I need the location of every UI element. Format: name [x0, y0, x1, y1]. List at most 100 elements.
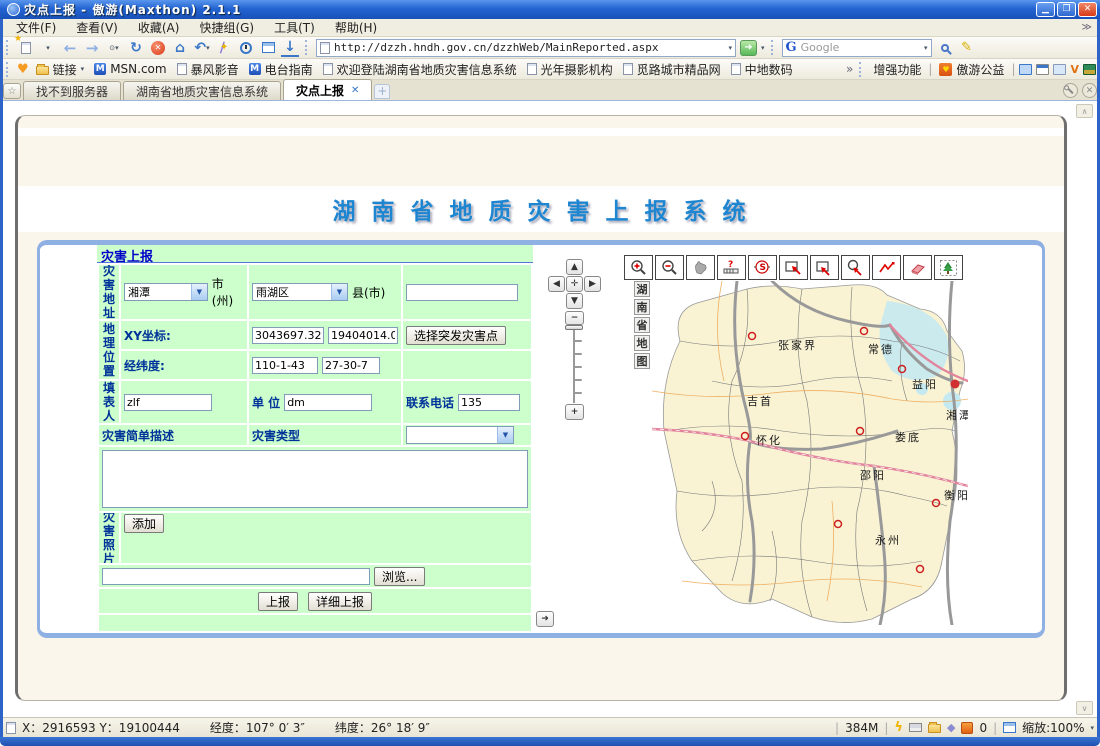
go-button[interactable]: ➜	[740, 40, 757, 56]
x-coordinate-input[interactable]	[252, 327, 324, 344]
menu-favorites[interactable]: 收藏(A)	[130, 19, 188, 36]
zoom-out-step-button[interactable]: −	[565, 311, 584, 325]
tab-list-button[interactable]: ☆	[3, 83, 21, 99]
address-url[interactable]: http://dzzh.hndh.gov.cn/dzzhWeb/MainRepo…	[334, 41, 724, 54]
pan-center-button[interactable]: ✛	[566, 276, 583, 292]
address-bar[interactable]: http://dzzh.hndh.gov.cn/dzzhWeb/MainRepo…	[316, 39, 736, 57]
forward-icon[interactable]: →	[83, 39, 101, 57]
download-icon[interactable]: ↓	[281, 39, 299, 57]
wand-icon[interactable]: ∕✦	[215, 39, 233, 57]
highlighter-icon[interactable]: ✎	[958, 39, 976, 57]
bookmark-hunan-geo-system[interactable]: 欢迎登陆湖南省地质灾害信息系统	[320, 61, 520, 78]
pan-icon[interactable]	[686, 255, 715, 280]
address-dropdown-icon[interactable]: ▾	[728, 44, 732, 52]
minimize-icon[interactable]: ▁	[1036, 2, 1055, 17]
latitude-input[interactable]	[322, 357, 380, 374]
measure-distance-icon[interactable]: ?	[717, 255, 746, 280]
pan-left-button[interactable]: ◀	[548, 276, 565, 292]
draw-line-icon[interactable]	[872, 255, 901, 280]
y-coordinate-input[interactable]	[328, 327, 398, 344]
chevron-down-icon[interactable]: ▼	[191, 284, 207, 300]
scroll-down-icon[interactable]: ∨	[1076, 701, 1093, 715]
unit-input[interactable]	[284, 394, 372, 411]
zoom-level[interactable]: 缩放:100%	[1022, 719, 1084, 736]
new-tab-button[interactable]: +	[374, 84, 390, 99]
tab-disaster-report[interactable]: 灾点上报✕	[283, 79, 372, 100]
undo-icon[interactable]: ↶▾	[193, 39, 211, 57]
window-icon[interactable]	[1036, 64, 1049, 75]
page-tools-button[interactable]	[1063, 83, 1078, 98]
scroll-up-icon[interactable]: ∧	[1076, 104, 1093, 118]
bookmark-photo-studio[interactable]: 光年摄影机构	[524, 61, 616, 78]
zoom-window-icon[interactable]	[1003, 722, 1016, 733]
bookmarks-grip[interactable]	[6, 62, 11, 77]
add-photo-button[interactable]: 添加	[124, 514, 164, 533]
collapse-panel-button[interactable]: ➜	[536, 611, 554, 627]
zoom-in-step-button[interactable]: +	[565, 404, 584, 420]
disaster-type-select[interactable]: ▼	[406, 426, 514, 444]
lightning-icon[interactable]: ϟ	[894, 720, 903, 735]
submit-button[interactable]: 上报	[258, 592, 298, 611]
v-badge-icon[interactable]: V	[1070, 64, 1079, 75]
monitor-icon[interactable]	[1019, 64, 1032, 75]
home-icon[interactable]: ⌂	[171, 39, 189, 57]
browse-button[interactable]: 浏览...	[374, 567, 425, 586]
select-box-icon[interactable]	[810, 255, 839, 280]
zoom-box-icon[interactable]	[779, 255, 808, 280]
chevron-double-icon[interactable]: ≫	[1082, 22, 1092, 33]
stop-icon[interactable]: ✕	[149, 39, 167, 57]
identify-icon[interactable]	[841, 255, 870, 280]
history-clock-icon[interactable]	[237, 39, 255, 57]
back-icon[interactable]: ←	[61, 39, 79, 57]
notes-icon[interactable]	[1053, 64, 1066, 75]
bookmark-zhongdi-digital[interactable]: 中地数码	[728, 61, 796, 78]
diamond-icon[interactable]: ◆	[947, 721, 955, 734]
new-page-button[interactable]: ★	[17, 39, 35, 57]
menu-groups[interactable]: 快捷组(G)	[191, 19, 262, 36]
maxthon-heart-icon[interactable]: ♥	[17, 62, 29, 77]
county-select[interactable]: 雨湖区▼	[252, 283, 348, 301]
pan-down-button[interactable]: ▼	[566, 293, 583, 309]
pan-up-button[interactable]: ▲	[566, 259, 583, 275]
longitude-input[interactable]	[252, 357, 318, 374]
tab-hunan-geo-system[interactable]: 湖南省地质灾害信息系统	[123, 81, 281, 100]
address-detail-input[interactable]	[406, 284, 518, 301]
bookmark-city-boutique[interactable]: 觅路城市精品网	[620, 61, 724, 78]
history-dropdown-icon[interactable]: ⊙▾	[105, 39, 123, 57]
detail-submit-button[interactable]: 详细上报	[308, 592, 372, 611]
menu-help[interactable]: 帮助(H)	[327, 19, 385, 36]
search-box[interactable]: G Google ▾	[782, 39, 932, 57]
zoom-out-icon[interactable]	[655, 255, 684, 280]
zoom-in-icon[interactable]	[624, 255, 653, 280]
bookmarks-overflow-icon[interactable]: »	[846, 62, 853, 76]
reporter-name-input[interactable]	[124, 394, 212, 411]
search-engine-dropdown-icon[interactable]: ▾	[924, 44, 928, 52]
chevron-down-icon[interactable]: ▼	[331, 284, 347, 300]
full-extent-icon[interactable]	[934, 255, 963, 280]
close-icon[interactable]: ✕	[1078, 2, 1097, 17]
bookmark-links-folder[interactable]: 链接▾	[33, 61, 88, 78]
zoom-dropdown-icon[interactable]: ▾	[1090, 724, 1094, 732]
bookmark-radio-guide[interactable]: M电台指南	[246, 61, 316, 78]
hunan-map[interactable]: 张家界 常德 益阳 吉首 湘潭 娄底 怀化 邵阳 衡阳 永州	[652, 281, 968, 625]
treasure-chest-icon[interactable]	[1083, 64, 1096, 75]
close-tab-button[interactable]: ✕	[1082, 83, 1097, 98]
search-input[interactable]: Google	[801, 41, 920, 54]
popup-blocker-icon[interactable]	[961, 722, 973, 734]
pan-right-button[interactable]: ▶	[584, 276, 601, 292]
restore-icon[interactable]: ❐	[1057, 2, 1076, 17]
tab-close-icon[interactable]: ✕	[351, 85, 359, 96]
search-icon[interactable]	[936, 39, 954, 57]
refresh-icon[interactable]: ↻	[127, 39, 145, 57]
menu-tools[interactable]: 工具(T)	[266, 19, 323, 36]
new-page-dropdown-icon[interactable]: ▾	[39, 39, 57, 57]
bookmark-storm-player[interactable]: 暴风影音	[174, 61, 242, 78]
maxthon-charity-button[interactable]: ♥傲游公益	[936, 61, 1007, 78]
addressbar-grip[interactable]	[305, 40, 310, 55]
phone-input[interactable]	[458, 394, 520, 411]
tab-server-not-found[interactable]: 找不到服务器	[23, 81, 121, 100]
scale-circle-icon[interactable]: S	[748, 255, 777, 280]
enhance-features-button[interactable]: 增强功能	[870, 61, 924, 78]
chevron-down-icon[interactable]: ▼	[497, 427, 513, 443]
menu-view[interactable]: 查看(V)	[68, 19, 126, 36]
